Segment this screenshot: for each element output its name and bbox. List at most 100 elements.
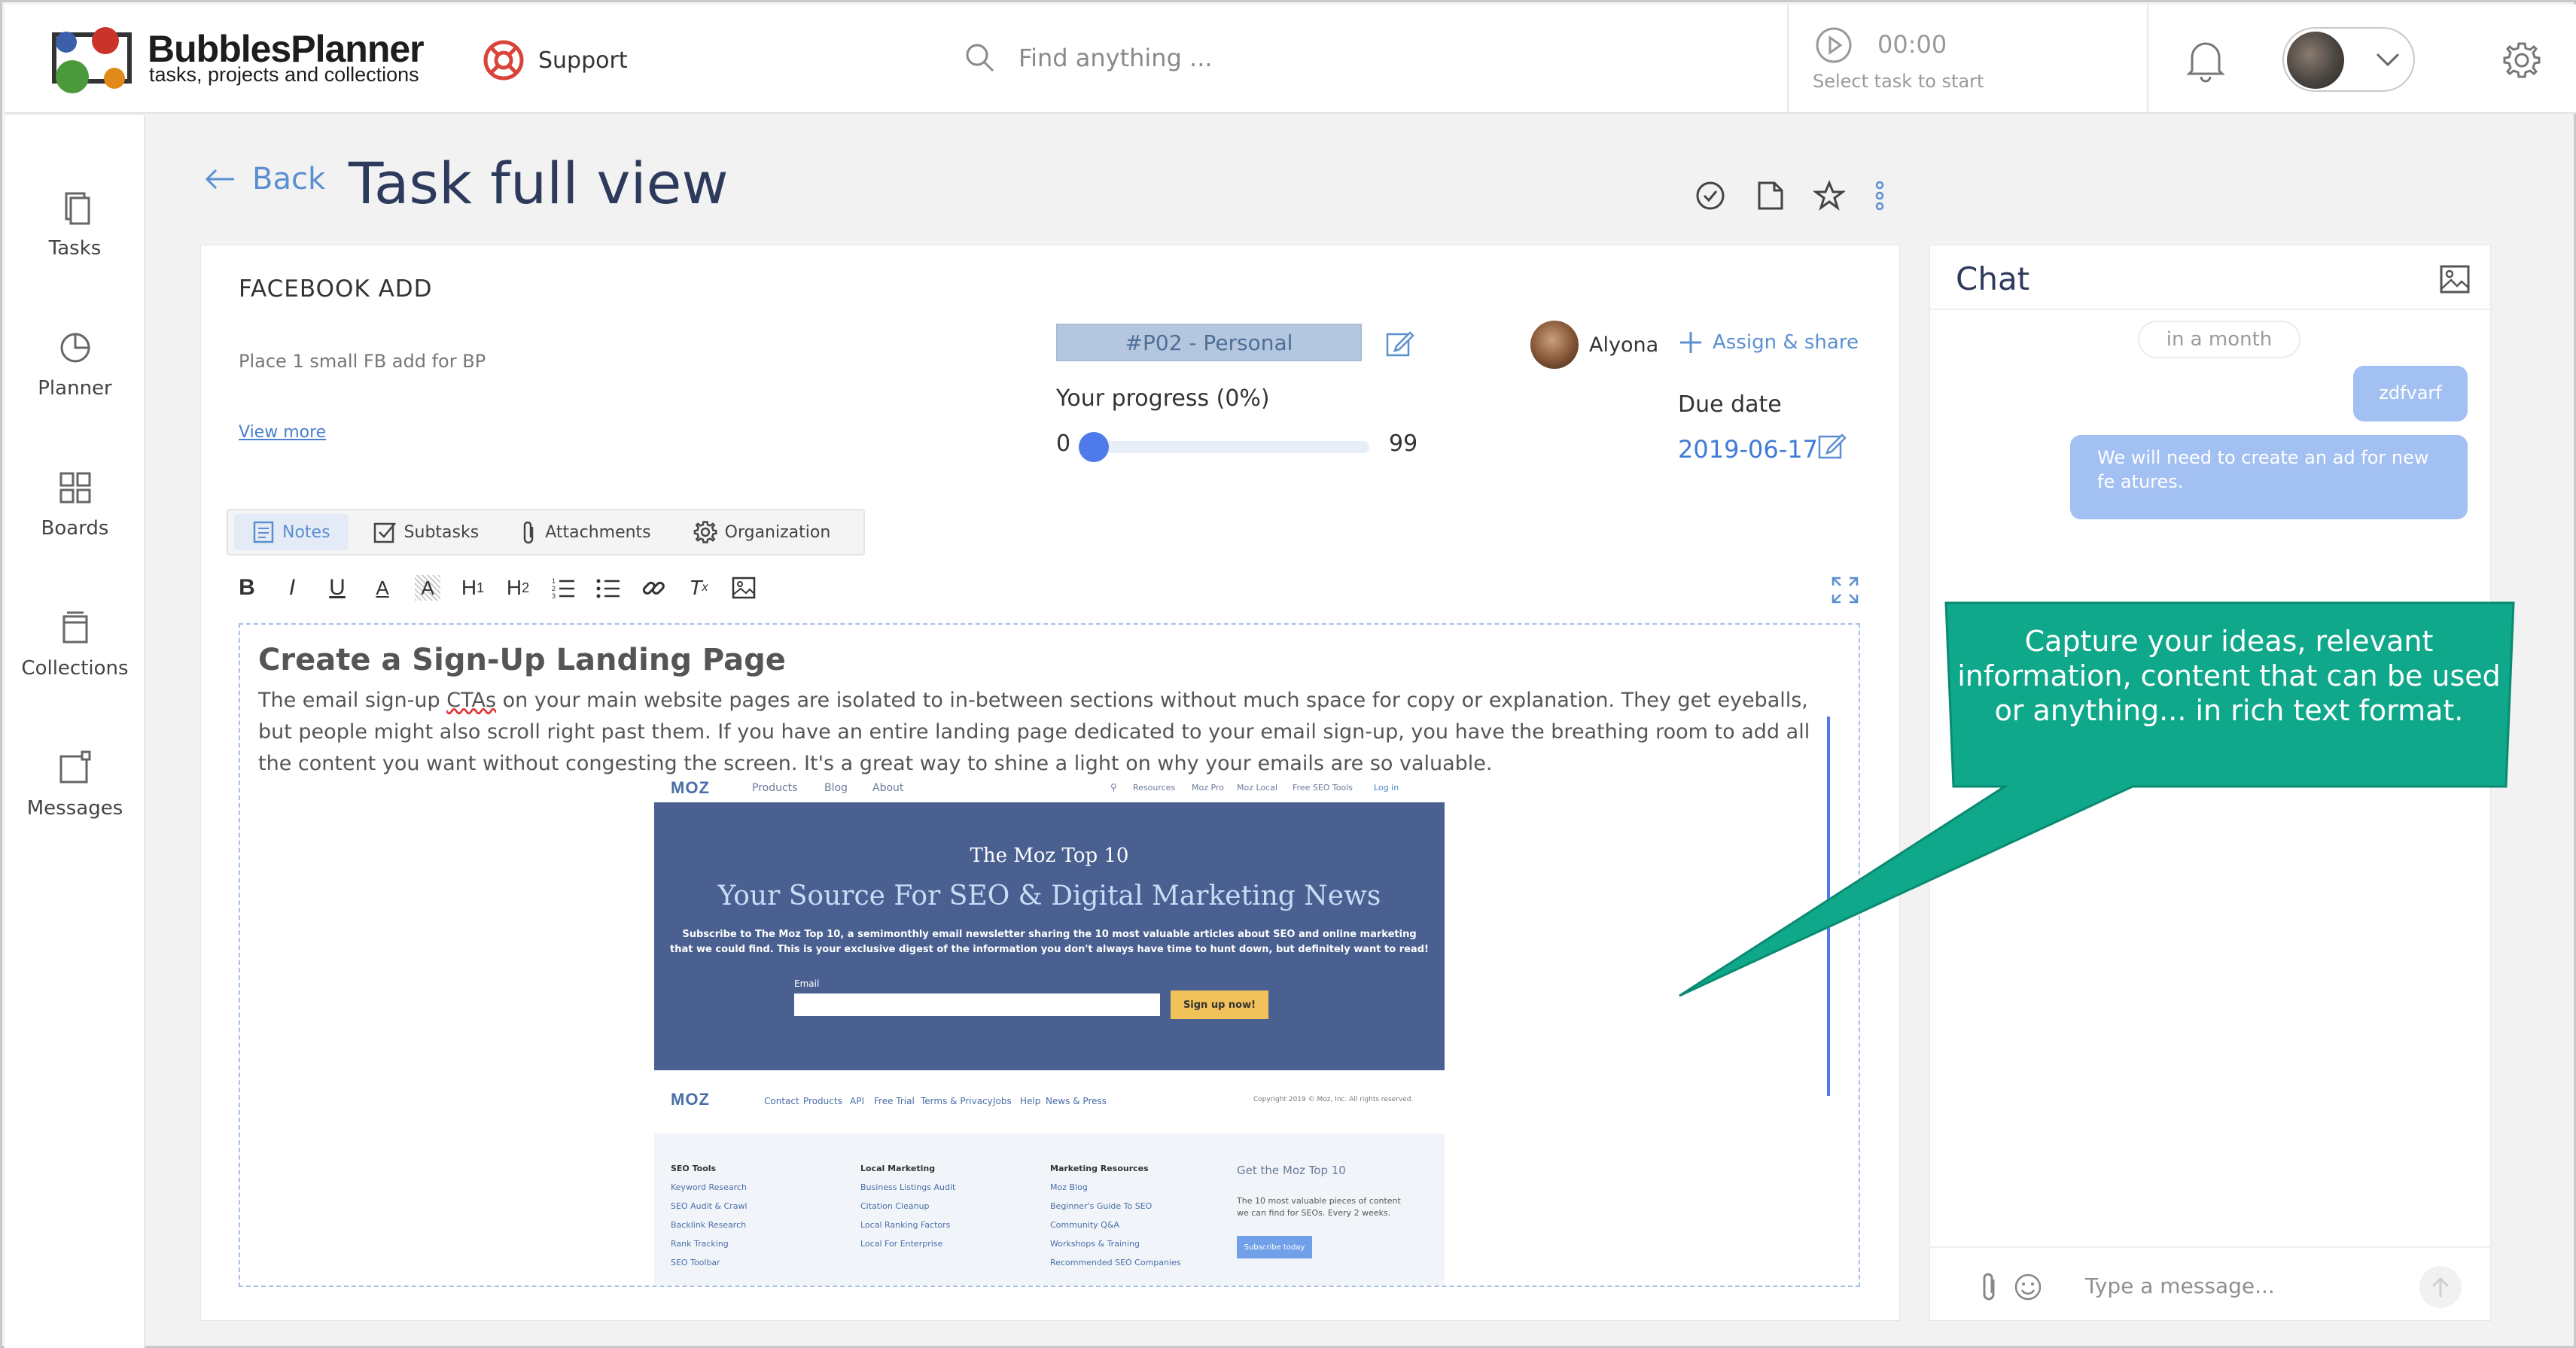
chat-message[interactable]: We will need to create an ad for new fe … [2070, 435, 2468, 519]
sidebar-item-boards[interactable]: Boards [5, 470, 145, 540]
progress-slider[interactable] [1085, 441, 1369, 453]
task-name[interactable]: FACEBOOK ADD [239, 275, 433, 303]
app-window: BubblesPlanner tasks, projects and colle… [0, 0, 2576, 1348]
moz-logo: MOZ [671, 1090, 710, 1109]
support-link[interactable]: Support [483, 39, 628, 81]
notes-heading: Create a Sign-Up Landing Page [258, 643, 786, 677]
link-icon[interactable] [641, 575, 666, 601]
moz-newsletter-text: The 10 most valuable pieces of content w… [1237, 1196, 1401, 1218]
back-button[interactable]: Back [204, 162, 325, 196]
task-description: Place 1 small FB add for BP [239, 351, 486, 372]
progress-slider-thumb[interactable] [1079, 432, 1109, 462]
moz-nav-item: ⚲ [1110, 782, 1117, 793]
bullet-list-icon[interactable] [595, 575, 621, 601]
sidebar-item-planner[interactable]: Planner [5, 330, 145, 400]
task-tabs: Notes Subtasks Attachments Organization [227, 509, 865, 555]
chevron-down-icon [2376, 53, 2400, 67]
send-button[interactable] [2419, 1266, 2462, 1308]
sidebar-item-messages[interactable]: Messages [5, 750, 145, 820]
arrow-left-icon [205, 169, 234, 190]
check-circle-icon[interactable] [1694, 180, 1726, 211]
emoji-icon[interactable] [2013, 1272, 2043, 1302]
boards-icon [59, 472, 90, 504]
moz-col-link: Backlink Research [671, 1220, 747, 1230]
tab-notes[interactable]: Notes [234, 514, 349, 550]
embedded-image[interactable]: MOZ Products Blog About ⚲ Resources Moz … [654, 775, 1445, 1286]
chat-panel: Chat in a month zdfvarf We will need to … [1929, 245, 2492, 1321]
more-vertical-icon[interactable] [1874, 180, 1886, 211]
moz-footer-link: Products [803, 1096, 842, 1106]
moz-col-link: Moz Blog [1050, 1182, 1088, 1192]
image-icon[interactable] [2439, 263, 2471, 295]
moz-footer-link: Free Trial [874, 1096, 915, 1106]
underline-icon[interactable]: U [324, 575, 350, 601]
clear-format-icon[interactable]: Tx [686, 575, 711, 601]
play-icon[interactable] [1814, 26, 1853, 65]
tab-organization[interactable]: Organization [675, 514, 849, 550]
moz-copyright: Copyright 2019 © Moz, Inc. All rights re… [1253, 1096, 1414, 1103]
notes-editor[interactable]: Create a Sign-Up Landing Page The email … [239, 623, 1860, 1287]
moz-signup-button: Sign up now! [1171, 990, 1268, 1019]
heading-1-icon[interactable]: H1 [460, 575, 486, 601]
edit-icon[interactable] [1384, 328, 1414, 358]
moz-hero-subtitle: Your Source For SEO & Digital Marketing … [717, 881, 1381, 911]
tab-attachments[interactable]: Attachments [503, 514, 668, 550]
italic-icon[interactable]: I [279, 575, 305, 601]
moz-footer-link: API [850, 1096, 864, 1106]
notes-icon [253, 521, 274, 543]
image-icon[interactable] [731, 575, 757, 601]
star-icon[interactable] [1813, 180, 1845, 211]
moz-col-link: Recommended SEO Companies [1050, 1258, 1181, 1267]
sidebar-item-label: Collections [21, 657, 129, 680]
chat-message-input[interactable]: Type a message... [2085, 1273, 2275, 1298]
messages-icon [59, 750, 90, 784]
sidebar-item-collections[interactable]: Collections [5, 610, 145, 680]
planner-icon [60, 333, 90, 363]
task-timer: 00:00 Select task to start [1787, 5, 2148, 114]
paperclip-icon[interactable] [1980, 1270, 1999, 1302]
sidebar-item-label: Boards [41, 517, 109, 540]
assignee[interactable]: Alyona [1530, 321, 1658, 369]
edit-icon[interactable] [1816, 431, 1847, 461]
svg-text:2: 2 [552, 585, 556, 592]
sidebar-item-tasks[interactable]: Tasks [5, 190, 145, 260]
moz-footer-column: Marketing Resources Moz Blog Beginner's … [1050, 1159, 1181, 1272]
progress-label: Your progress (0%) [1056, 385, 1270, 412]
user-menu[interactable] [2282, 27, 2415, 92]
checkbox-icon [373, 522, 396, 543]
timer-hint: Select task to start [1813, 71, 1984, 92]
bold-icon[interactable]: B [234, 575, 260, 601]
text-color-icon[interactable]: A [370, 575, 395, 601]
moz-nav-item: Moz Local [1237, 783, 1278, 793]
moz-nav-item: Products [752, 782, 798, 794]
moz-col-title: Marketing Resources [1050, 1164, 1149, 1173]
moz-nav-item: Free SEO Tools [1293, 783, 1353, 793]
highlight-icon[interactable]: A [415, 575, 440, 601]
bubbles-logo-icon[interactable] [50, 26, 140, 98]
editor-scrollbar[interactable] [1827, 717, 1830, 1096]
tab-subtasks[interactable]: Subtasks [355, 514, 498, 550]
moz-nav-item: Resources [1133, 783, 1176, 793]
chat-date-chip: in a month [2138, 321, 2300, 358]
due-date-value[interactable]: 2019-06-17 [1678, 435, 1818, 464]
expand-icon[interactable] [1830, 575, 1860, 605]
search-input[interactable]: Find anything ... [1019, 44, 1213, 72]
global-search[interactable]: Find anything ... [964, 42, 1213, 74]
assign-share-button[interactable]: Assign & share [1678, 330, 1859, 355]
task-card: FACEBOOK ADD Place 1 small FB add for BP… [200, 245, 1900, 1321]
chat-message[interactable]: zdfvarf [2353, 366, 2468, 421]
assign-share-label: Assign & share [1713, 331, 1859, 354]
document-icon[interactable] [1755, 180, 1785, 211]
moz-footer-link: Jobs [993, 1096, 1012, 1106]
gear-icon[interactable] [2502, 41, 2541, 80]
svg-text:1: 1 [552, 577, 556, 585]
moz-footer-link: Contact [764, 1096, 799, 1106]
moz-email-label: Email [794, 978, 820, 989]
heading-2-icon[interactable]: H2 [505, 575, 531, 601]
view-more-link[interactable]: View more [239, 423, 326, 442]
progress-max: 99 [1389, 431, 1418, 457]
moz-nav-item: Log in [1374, 783, 1399, 793]
bell-icon[interactable] [2185, 38, 2227, 83]
project-tag[interactable]: #P02 - Personal [1056, 324, 1362, 361]
ordered-list-icon[interactable]: 1 2 3 [550, 575, 576, 601]
